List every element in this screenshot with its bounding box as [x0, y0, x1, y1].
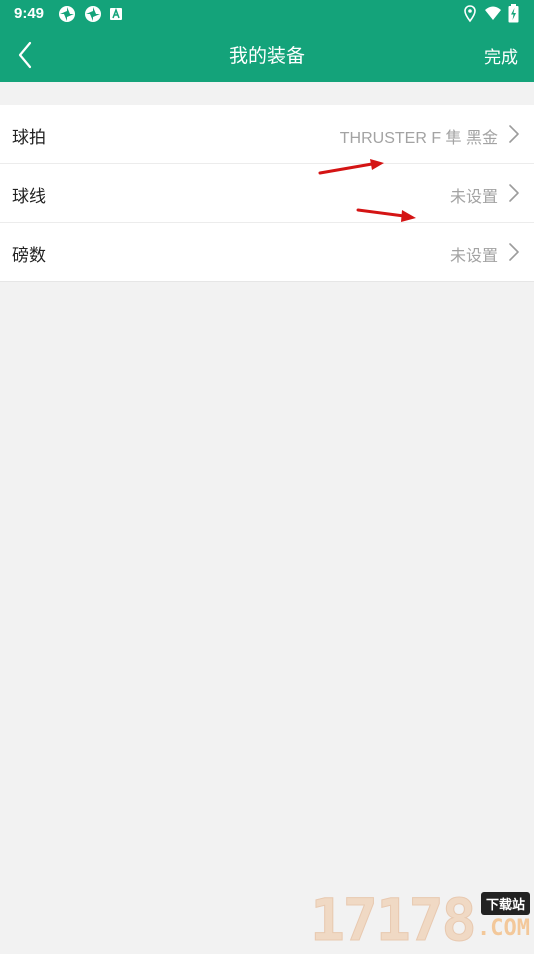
watermark-badge: 下载站 [480, 892, 530, 915]
done-button[interactable]: 完成 [484, 43, 518, 68]
top-bar: 9:49 我的装备 完成 [0, 0, 534, 82]
location-icon [464, 5, 476, 23]
chevron-right-icon [509, 125, 519, 143]
annotation-arrow-2 [356, 208, 416, 222]
aperture-icon [59, 6, 75, 22]
list-item-tension[interactable]: 磅数 未设置 [0, 223, 534, 282]
list-item-racket[interactable]: 球拍 THRUSTER F 隼 黑金 [0, 105, 534, 164]
wifi-icon [485, 6, 501, 20]
chevron-right-icon [509, 243, 519, 261]
racket-label: 球拍 [12, 128, 46, 148]
site-watermark: 17178 下载站 .COM [306, 886, 534, 954]
annotation-arrow-1 [318, 159, 384, 175]
status-time: 9:49 [14, 5, 45, 22]
chevron-right-icon [509, 184, 519, 202]
equipment-list: 球拍 THRUSTER F 隼 黑金 球线 未设置 磅数 未设置 [0, 105, 534, 282]
watermark-domain: .COM [477, 916, 530, 941]
app-bar: 我的装备 完成 [0, 28, 534, 82]
aperture-icon [85, 6, 101, 22]
a-notification-icon [110, 8, 122, 20]
status-bar: 9:49 [0, 0, 534, 28]
page-title: 我的装备 [228, 45, 305, 67]
list-item-string[interactable]: 球线 未设置 [0, 164, 534, 223]
string-value: 未设置 [449, 189, 498, 206]
tension-label: 磅数 [12, 246, 46, 266]
battery-charging-icon [508, 4, 519, 23]
tension-value: 未设置 [449, 248, 498, 265]
racket-value: THRUSTER F 隼 黑金 [339, 130, 498, 147]
watermark-number: 17178 [310, 886, 478, 954]
string-label: 球线 [12, 187, 46, 207]
